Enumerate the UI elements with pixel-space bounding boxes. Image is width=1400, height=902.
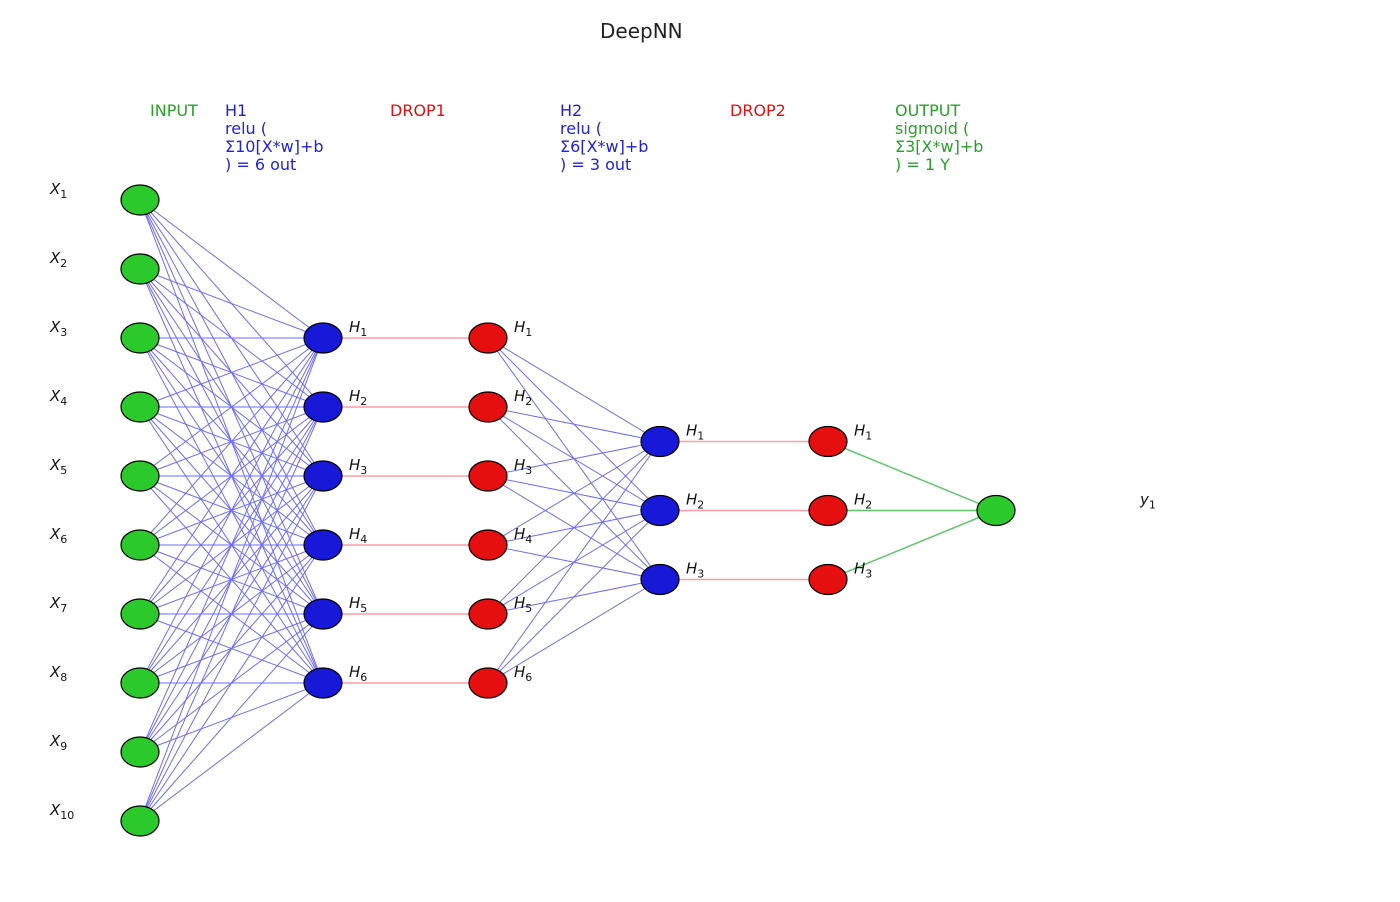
header-drop1: DROP1 [390, 101, 446, 120]
drop2-node-2 [809, 496, 847, 526]
edge-input-h1 [140, 269, 323, 338]
input-node-2 [121, 254, 159, 284]
drop1-node-2 [469, 392, 507, 422]
header-drop2: DROP2 [730, 101, 786, 120]
drop1-label-6: H6 [514, 663, 532, 684]
drop1-label-2: H2 [514, 387, 532, 408]
edge-input-h1 [140, 614, 323, 821]
input-label-2: X2 [49, 249, 67, 270]
h1-node-2 [304, 392, 342, 422]
input-node-4 [121, 392, 159, 422]
input-label-6: X6 [49, 525, 67, 546]
input-label-9: X9 [49, 732, 67, 753]
input-label-5: X5 [49, 456, 67, 477]
edge-drop1-h2 [488, 407, 660, 442]
input-node-6 [121, 530, 159, 560]
drop1-label-3: H3 [514, 456, 532, 477]
drop2-node-1 [809, 427, 847, 457]
h1-node-1 [304, 323, 342, 353]
h1-label-4: H4 [349, 525, 367, 546]
layer-headers: INPUT H1relu (Σ10[X*w]+b) = 6 out DROP1 H2r… [150, 101, 983, 174]
drop1-label-4: H4 [514, 525, 532, 546]
h1-node-5 [304, 599, 342, 629]
drop2-label-1: H1 [854, 422, 872, 443]
header-h1: H1relu (Σ10[X*w]+b) = 6 out [225, 101, 324, 174]
input-label-10: X10 [49, 801, 74, 822]
input-node-7 [121, 599, 159, 629]
header-h2: H2relu (Σ6[X*w]+b) = 3 out [560, 101, 648, 174]
output-node-1 [977, 496, 1015, 526]
drop1-node-3 [469, 461, 507, 491]
h2-label-1: H1 [686, 422, 704, 443]
drop1-label-5: H5 [514, 594, 532, 615]
nn-diagram: DeepNN INPUT H1relu (Σ10[X*w]+b) = 6 out D… [0, 0, 1400, 902]
input-label-3: X3 [49, 318, 67, 339]
h2-node-3 [641, 565, 679, 595]
header-output: OUTPUTsigmoid (Σ3[X*w]+b) = 1 Y [895, 101, 983, 174]
input-node-8 [121, 668, 159, 698]
drop1-node-5 [469, 599, 507, 629]
drop1-node-4 [469, 530, 507, 560]
edge-input-h1 [140, 476, 323, 821]
h2-node-1 [641, 427, 679, 457]
h1-label-6: H6 [349, 663, 367, 684]
drop1-label-1: H1 [514, 318, 532, 339]
input-node-10 [121, 806, 159, 836]
drop2-label-2: H2 [854, 491, 872, 512]
input-node-5 [121, 461, 159, 491]
input-label-8: X8 [49, 663, 67, 684]
input-node-9 [121, 737, 159, 767]
input-node-1 [121, 185, 159, 215]
input-label-1: X1 [49, 180, 67, 201]
h1-node-4 [304, 530, 342, 560]
input-node-3 [121, 323, 159, 353]
h1-label-2: H2 [349, 387, 367, 408]
edge-drop1-h2 [488, 442, 660, 684]
drop1-node-1 [469, 323, 507, 353]
diagram-title: DeepNN [600, 19, 683, 43]
input-label-7: X7 [49, 594, 67, 615]
drop2-node-3 [809, 565, 847, 595]
h1-node-3 [304, 461, 342, 491]
edge-input-h1 [140, 200, 323, 338]
h2-node-2 [641, 496, 679, 526]
h1-label-1: H1 [349, 318, 367, 339]
h1-node-6 [304, 668, 342, 698]
h1-label-3: H3 [349, 456, 367, 477]
edge-input-h1 [140, 683, 323, 821]
header-input: INPUT [150, 101, 198, 120]
h2-label-3: H3 [686, 560, 704, 581]
h1-label-5: H5 [349, 594, 367, 615]
h2-label-2: H2 [686, 491, 704, 512]
input-label-4: X4 [49, 387, 67, 408]
drop1-node-6 [469, 668, 507, 698]
edge-input-h1 [140, 338, 323, 821]
output-label-1: y1 [1139, 491, 1156, 512]
